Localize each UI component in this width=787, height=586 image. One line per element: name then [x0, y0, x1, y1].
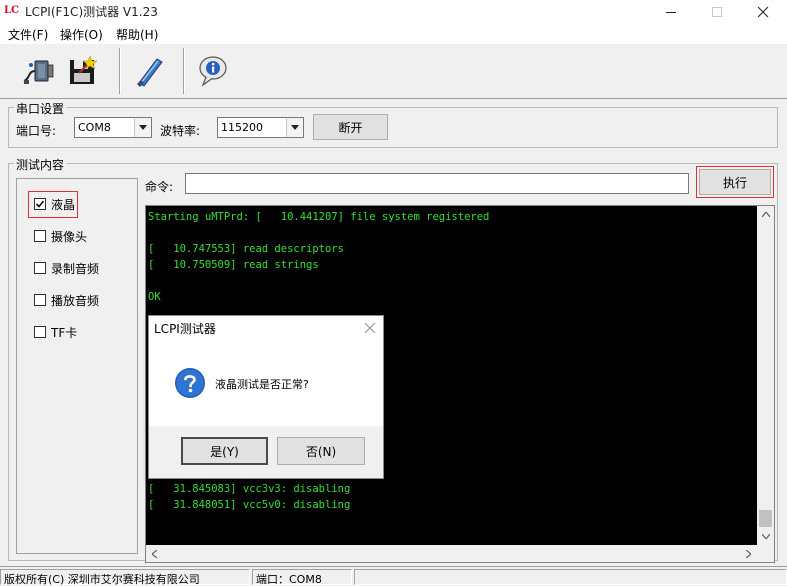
port-status-text: 端口：COM8: [256, 573, 322, 586]
execute-button[interactable]: 执行: [699, 169, 771, 195]
question-icon: [174, 367, 206, 399]
test-item-tf-card[interactable]: TF卡: [34, 324, 77, 340]
about-button[interactable]: [191, 49, 235, 93]
flash-button[interactable]: [127, 49, 171, 93]
scroll-down-icon[interactable]: [757, 528, 774, 545]
close-button[interactable]: [740, 0, 786, 23]
test-item-label: 录制音频: [51, 261, 100, 276]
baud-select-value: 115200: [221, 121, 263, 134]
command-input[interactable]: [185, 173, 689, 194]
port-select-value: COM8: [78, 121, 111, 134]
menu-operation[interactable]: 操作(O): [60, 26, 103, 43]
scrollbar-thumb[interactable]: [759, 510, 772, 527]
connect-port-icon: [23, 60, 54, 84]
baud-select[interactable]: 115200: [217, 117, 304, 138]
port-label: 端口号:: [16, 124, 57, 138]
test-content-title: 测试内容: [14, 156, 67, 173]
app-logo: LC: [4, 5, 19, 16]
minimize-icon: [666, 11, 676, 13]
scroll-up-icon[interactable]: [757, 206, 774, 223]
scroll-right-icon[interactable]: [740, 545, 757, 562]
no-button[interactable]: 否(N): [277, 437, 365, 465]
menu-help[interactable]: 帮助(H): [116, 26, 158, 43]
test-item-play-audio[interactable]: 播放音频: [34, 292, 99, 308]
scroll-left-icon[interactable]: [146, 545, 163, 562]
dialog-title: LCPI测试器: [154, 322, 216, 336]
console-line: [ 31.845083] vcc3v3: disabling: [148, 483, 351, 495]
info-icon: [199, 56, 227, 87]
checkbox[interactable]: [34, 262, 46, 274]
confirm-dialog: LCPI测试器 液晶测试是否正常? 是(Y) 否(N): [148, 315, 384, 479]
test-item-camera[interactable]: 摄像头: [34, 228, 87, 244]
maximize-button: [694, 0, 740, 23]
command-label: 命令:: [145, 180, 174, 194]
console-line: Starting uMTPrd: [ 10.441207] file syste…: [148, 211, 490, 223]
checkbox[interactable]: [34, 198, 46, 210]
yes-button[interactable]: 是(Y): [181, 437, 268, 465]
main-window: LC LCPI(F1C)测试器 V1.23 文件(F) 操作(O) 帮助(H): [0, 0, 787, 586]
dialog-button-area: 是(Y) 否(N): [149, 426, 383, 478]
status-pane-company: 版权所有(C) 深圳市艾尔赛科技有限公司: [0, 569, 250, 586]
chevron-down-icon[interactable]: [286, 118, 303, 137]
chevron-down-icon[interactable]: [134, 118, 151, 137]
test-item-label: 液晶: [51, 197, 76, 212]
test-item-label: 播放音频: [51, 293, 100, 308]
vertical-scrollbar[interactable]: [757, 206, 774, 545]
toolbar-separator: [183, 48, 185, 94]
checkbox[interactable]: [34, 294, 46, 306]
serial-settings-title: 串口设置: [14, 100, 67, 117]
status-pane-empty: [354, 569, 787, 585]
console-line: [ 10.750509] read strings: [148, 259, 319, 271]
scrollbar-corner: [757, 545, 774, 562]
minimize-button[interactable]: [648, 0, 694, 23]
toolbar-separator: [119, 48, 121, 94]
test-item-label: 摄像头: [51, 229, 88, 244]
connect-port-button[interactable]: [16, 49, 60, 93]
dialog-close-icon[interactable]: [363, 321, 377, 335]
baud-label: 波特率:: [160, 124, 201, 138]
window-title: LCPI(F1C)测试器 V1.23: [25, 5, 158, 19]
test-item-record-audio[interactable]: 录制音频: [34, 260, 99, 276]
console-line: [ 10.747553] read descriptors: [148, 243, 344, 255]
menu-bar: 文件(F) 操作(O) 帮助(H): [0, 23, 787, 43]
save-button[interactable]: [61, 49, 105, 93]
horizontal-scrollbar[interactable]: [146, 545, 757, 562]
console-line: [ 31.848051] vcc5v0: disabling: [148, 499, 351, 511]
toolbar: [0, 43, 787, 99]
status-bar: 版权所有(C) 深圳市艾尔赛科技有限公司 端口：COM8: [0, 566, 787, 586]
disconnect-button[interactable]: 断开: [313, 114, 388, 140]
dialog-message: 液晶测试是否正常?: [215, 378, 309, 391]
checkbox[interactable]: [34, 230, 46, 242]
close-icon: [757, 6, 769, 17]
port-select[interactable]: COM8: [74, 117, 152, 138]
checkbox[interactable]: [34, 326, 46, 338]
title-bar[interactable]: LC LCPI(F1C)测试器 V1.23: [0, 0, 787, 23]
menu-file[interactable]: 文件(F): [8, 26, 48, 43]
maximize-icon: [712, 6, 722, 17]
status-pane-port: 端口：COM8: [252, 569, 352, 586]
test-item-label: TF卡: [51, 325, 78, 340]
test-item-lcd[interactable]: 液晶: [34, 196, 75, 212]
company-text: 版权所有(C) 深圳市艾尔赛科技有限公司: [4, 573, 200, 586]
console-line: OK: [148, 291, 161, 303]
flash-wand-icon: [137, 58, 163, 87]
save-disk-icon: [70, 55, 98, 84]
